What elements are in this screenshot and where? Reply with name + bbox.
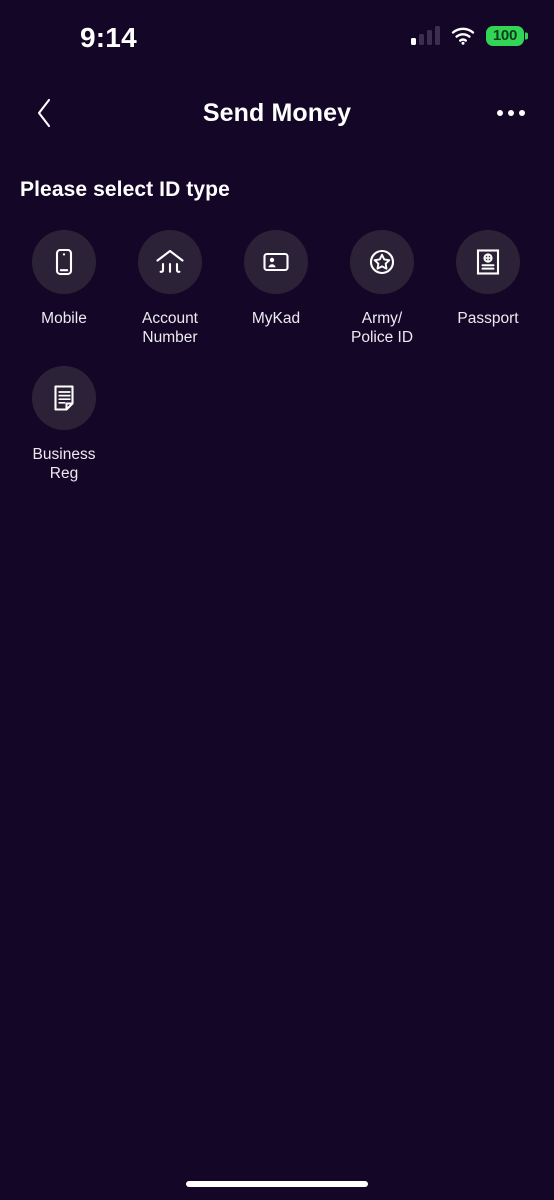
- id-type-option-army-police-id[interactable]: Army/ Police ID: [329, 230, 435, 347]
- star-badge-icon: [369, 249, 395, 275]
- id-type-option-mykad[interactable]: MyKad: [223, 230, 329, 347]
- icon-circle: [138, 230, 202, 294]
- id-type-grid: Mobile Account Number MyKad Army/ Police…: [11, 230, 543, 502]
- nav-bar: Send Money: [0, 86, 554, 140]
- section-title: Please select ID type: [20, 178, 230, 201]
- app-screen: 9:14 100 Send Money Please select ID typ…: [0, 0, 554, 1200]
- home-indicator[interactable]: [186, 1181, 368, 1187]
- page-title: Send Money: [202, 98, 352, 127]
- id-type-label: Business Reg: [32, 446, 96, 482]
- mobile-phone-icon: [55, 248, 73, 276]
- id-type-label: MyKad: [251, 310, 301, 327]
- icon-circle: [32, 366, 96, 430]
- more-dot: [497, 110, 503, 116]
- cellular-signal-icon: [410, 26, 440, 45]
- id-type-option-mobile[interactable]: Mobile: [11, 230, 117, 347]
- id-type-option-passport[interactable]: Passport: [435, 230, 541, 347]
- wifi-icon: [451, 27, 475, 45]
- more-dot: [519, 110, 525, 116]
- status-time: 9:14: [80, 22, 137, 53]
- id-type-label: Account Number: [141, 310, 198, 346]
- id-type-option-business-reg[interactable]: Business Reg: [11, 366, 117, 483]
- id-type-label: Army/ Police ID: [350, 310, 414, 346]
- id-type-label: Mobile: [41, 310, 87, 327]
- status-indicators: 100: [410, 26, 524, 46]
- icon-circle: [456, 230, 520, 294]
- document-icon: [54, 385, 74, 411]
- id-card-icon: [263, 252, 289, 272]
- id-type-option-account-number[interactable]: Account Number: [117, 230, 223, 347]
- battery-icon: 100: [485, 26, 524, 46]
- status-bar: 9:14 100: [0, 0, 554, 72]
- bank-building-icon: [156, 249, 184, 273]
- icon-circle: [350, 230, 414, 294]
- id-type-label: Passport: [457, 310, 519, 327]
- icon-circle: [244, 230, 308, 294]
- more-dot: [508, 110, 514, 116]
- passport-book-icon: [476, 249, 500, 275]
- more-options-button[interactable]: [488, 86, 534, 140]
- icon-circle: [32, 230, 96, 294]
